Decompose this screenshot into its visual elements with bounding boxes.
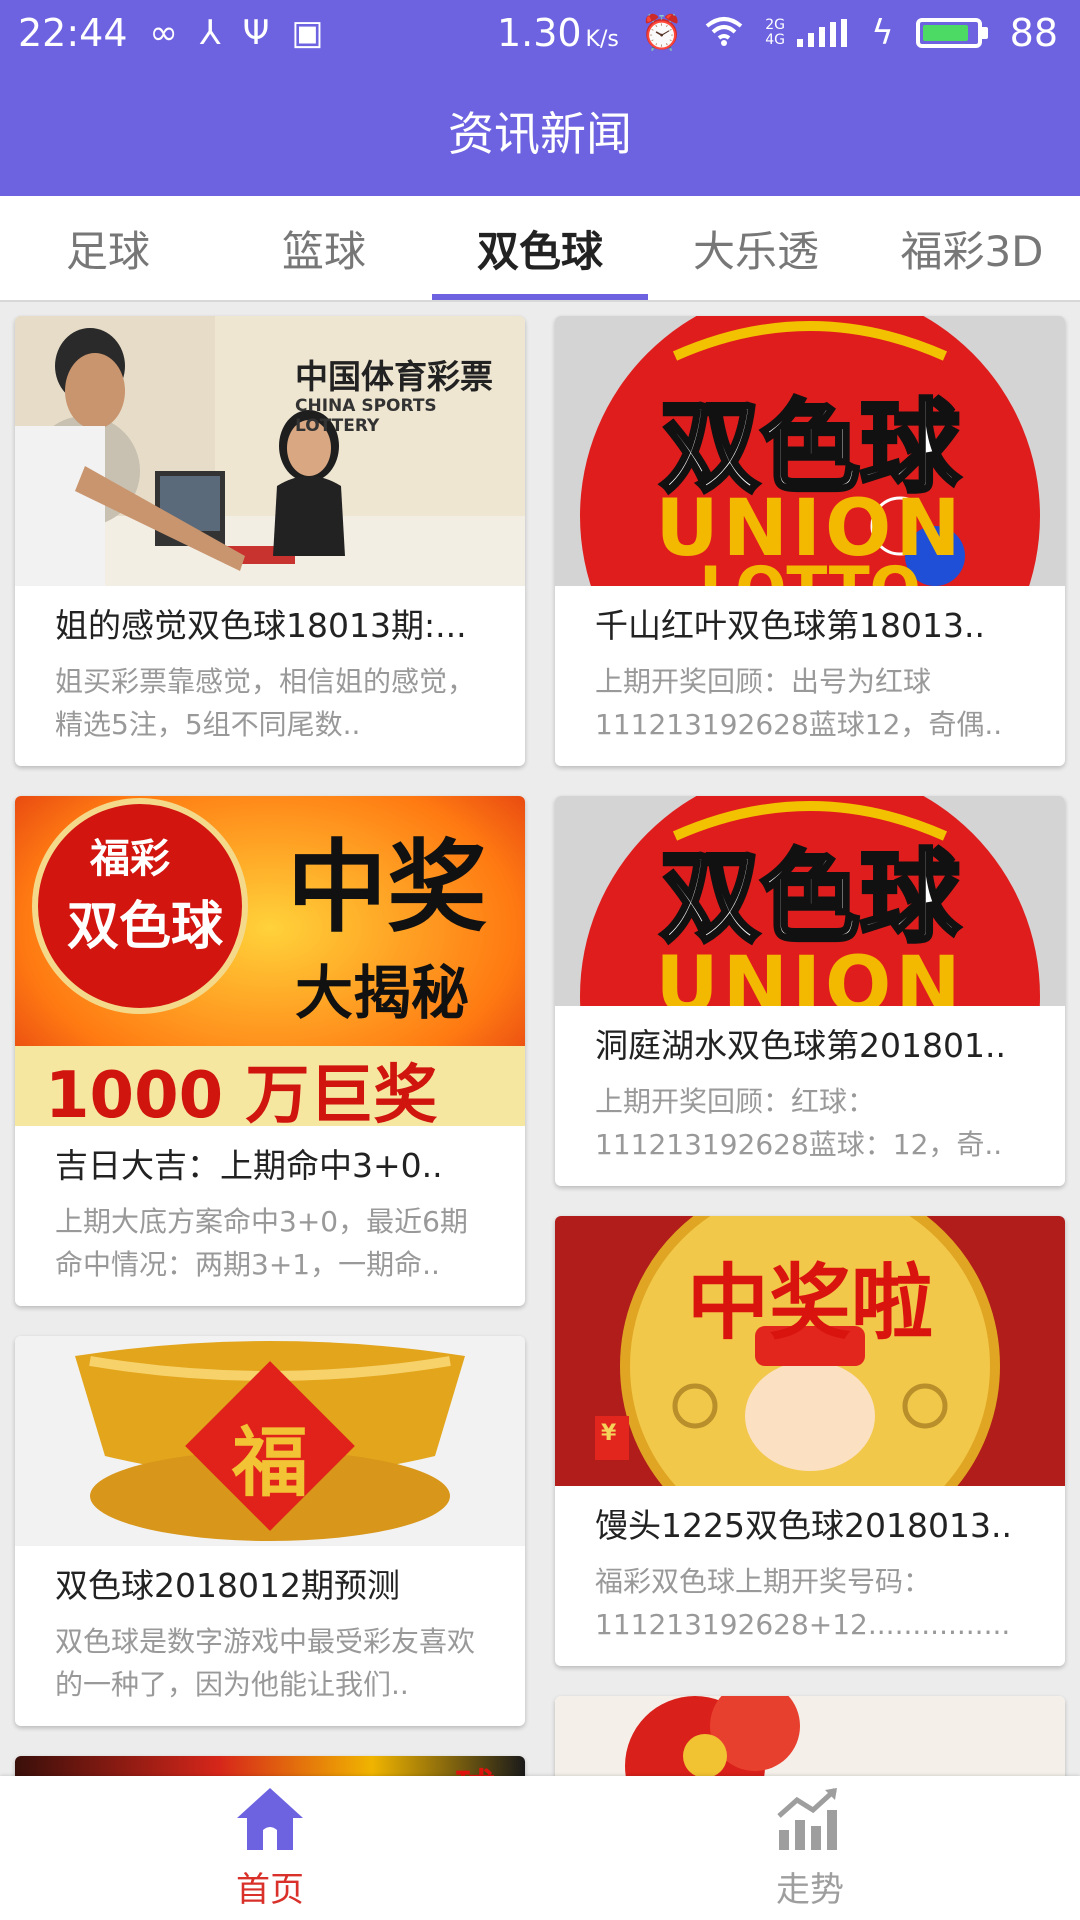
wifi-icon bbox=[705, 11, 743, 55]
home-icon bbox=[235, 1786, 305, 1856]
tab-basketball[interactable]: 篮球 bbox=[216, 196, 432, 300]
card-image: 中奖啦 ¥ bbox=[555, 1216, 1065, 1486]
nav-home-label: 首页 bbox=[236, 1869, 304, 1910]
alarm-icon: ⏰ bbox=[640, 13, 684, 53]
image-caption: ¥ bbox=[601, 1421, 617, 1446]
card-image: 中国体育彩票 CHINA SPORTS LOTTERY bbox=[15, 316, 525, 586]
card-image: 双色球 UNION LOTTO bbox=[555, 316, 1065, 586]
image-caption: 1000 万巨奖 bbox=[45, 1059, 438, 1126]
card-description: 上期开奖回顾：出号为红球111213192628蓝球12，奇偶.. bbox=[595, 665, 1003, 741]
card-image: 双色球 UNION bbox=[555, 796, 1065, 1006]
card-description: 上期大底方案命中3+0，最近6期命中情况：两期3+1，一期命.. bbox=[55, 1205, 468, 1281]
bottom-navigation: 首页 走势 bbox=[0, 1776, 1080, 1920]
news-card[interactable]: 福 双色球2018012期预测 双色球是数字游戏中最受彩友喜欢的一种了，因为他能… bbox=[15, 1336, 525, 1726]
news-card[interactable]: 福彩 双色球 中奖 大揭秘 1000 万巨奖 吉日大吉：上期命中3+0.. 上期… bbox=[15, 796, 525, 1306]
news-feed[interactable]: 中国体育彩票 CHINA SPORTS LOTTERY 姐的感觉双色球18013… bbox=[0, 302, 1080, 1776]
image-caption: 福彩 bbox=[90, 836, 170, 882]
image-caption: 中奖 bbox=[287, 829, 487, 946]
image-caption: 中国体育彩票 bbox=[295, 357, 493, 396]
card-description: 姐买彩票靠感觉，相信姐的感觉，精选5注，5组不同尾数.. bbox=[55, 665, 476, 741]
card-image: 福彩 双色球 中奖 大揭秘 1000 万巨奖 bbox=[15, 796, 525, 1126]
card-title: 馒头1225双色球2018013.. bbox=[595, 1506, 1012, 1545]
battery-icon bbox=[915, 18, 988, 48]
image-caption: 大揭秘 bbox=[295, 959, 470, 1027]
tab-double-color-ball[interactable]: 双色球 bbox=[432, 196, 648, 300]
news-card[interactable]: 中奖啦 ¥ 馒头1225双色球2018013.. 福彩双色球上期开奖号码：111… bbox=[555, 1216, 1065, 1666]
news-card[interactable]: 球 bbox=[15, 1756, 525, 1776]
card-title: 千山红叶双色球第18013.. bbox=[595, 606, 985, 645]
card-description: 福彩双色球上期开奖号码：111213192628+12.............… bbox=[595, 1565, 1011, 1641]
network-speed: 1.30 K/s bbox=[496, 11, 619, 55]
nav-home[interactable]: 首页 bbox=[0, 1776, 540, 1920]
card-image bbox=[555, 1696, 1065, 1776]
card-title: 双色球2018012期预测 bbox=[55, 1566, 400, 1605]
tab-football[interactable]: 足球 bbox=[0, 196, 216, 300]
image-caption: 双色球 bbox=[67, 897, 224, 957]
image-caption: 中奖啦 bbox=[686, 1256, 933, 1351]
card-image: 球 bbox=[15, 1756, 525, 1776]
infinity-icon: ∞ bbox=[149, 13, 178, 53]
nav-trend-label: 走势 bbox=[776, 1869, 844, 1910]
image-caption: 双色球 bbox=[658, 837, 962, 958]
tab-super-lotto[interactable]: 大乐透 bbox=[648, 196, 864, 300]
calendar-icon: ▣ bbox=[291, 13, 324, 53]
image-caption: 福 bbox=[232, 1418, 308, 1507]
image-caption: UNION bbox=[655, 941, 965, 1006]
usb-icon: Ψ bbox=[242, 13, 270, 53]
card-title: 姐的感觉双色球18013期:... bbox=[55, 606, 467, 645]
charging-icon: ϟ bbox=[871, 13, 894, 53]
image-caption: LOTTO bbox=[555, 554, 1065, 586]
battery-level: 88 bbox=[1009, 11, 1058, 55]
page-title: 资讯新闻 bbox=[448, 107, 632, 161]
nav-trend[interactable]: 走势 bbox=[540, 1776, 1080, 1920]
status-bar: 22:44 ∞ ⅄ Ψ ▣ 1.30 K/s ⏰ 2G 4G ϟ 88 bbox=[0, 0, 1080, 66]
news-card[interactable]: 双色球 UNION LOTTO 千山红叶双色球第18013.. 上期开奖回顾：出… bbox=[555, 316, 1065, 766]
card-description: 上期开奖回顾：红球：111213192628蓝球：12，奇.. bbox=[595, 1085, 1003, 1161]
share-network-icon: ⅄ bbox=[199, 13, 221, 53]
card-title: 洞庭湖水双色球第201801.. bbox=[595, 1026, 1006, 1065]
news-card[interactable] bbox=[555, 1696, 1065, 1776]
news-card[interactable]: 双色球 UNION 洞庭湖水双色球第201801.. 上期开奖回顾：红球：111… bbox=[555, 796, 1065, 1186]
app-bar: 资讯新闻 bbox=[0, 66, 1080, 196]
status-time: 22:44 bbox=[18, 11, 128, 55]
tab-welfare-3d[interactable]: 福彩3D bbox=[864, 196, 1080, 300]
active-tab-indicator bbox=[432, 294, 648, 300]
category-tabs: 足球 篮球 双色球 大乐透 福彩3D bbox=[0, 196, 1080, 302]
card-title: 吉日大吉：上期命中3+0.. bbox=[55, 1146, 443, 1185]
news-card[interactable]: 中国体育彩票 CHINA SPORTS LOTTERY 姐的感觉双色球18013… bbox=[15, 316, 525, 766]
card-image: 福 bbox=[15, 1336, 525, 1546]
cellular-signal-icon: 2G 4G bbox=[765, 18, 849, 48]
image-caption: CHINA SPORTS LOTTERY bbox=[295, 396, 437, 436]
image-caption: 球 bbox=[455, 1756, 495, 1776]
card-description: 双色球是数字游戏中最受彩友喜欢的一种了，因为他能让我们.. bbox=[55, 1625, 476, 1701]
trend-chart-icon bbox=[775, 1786, 845, 1856]
